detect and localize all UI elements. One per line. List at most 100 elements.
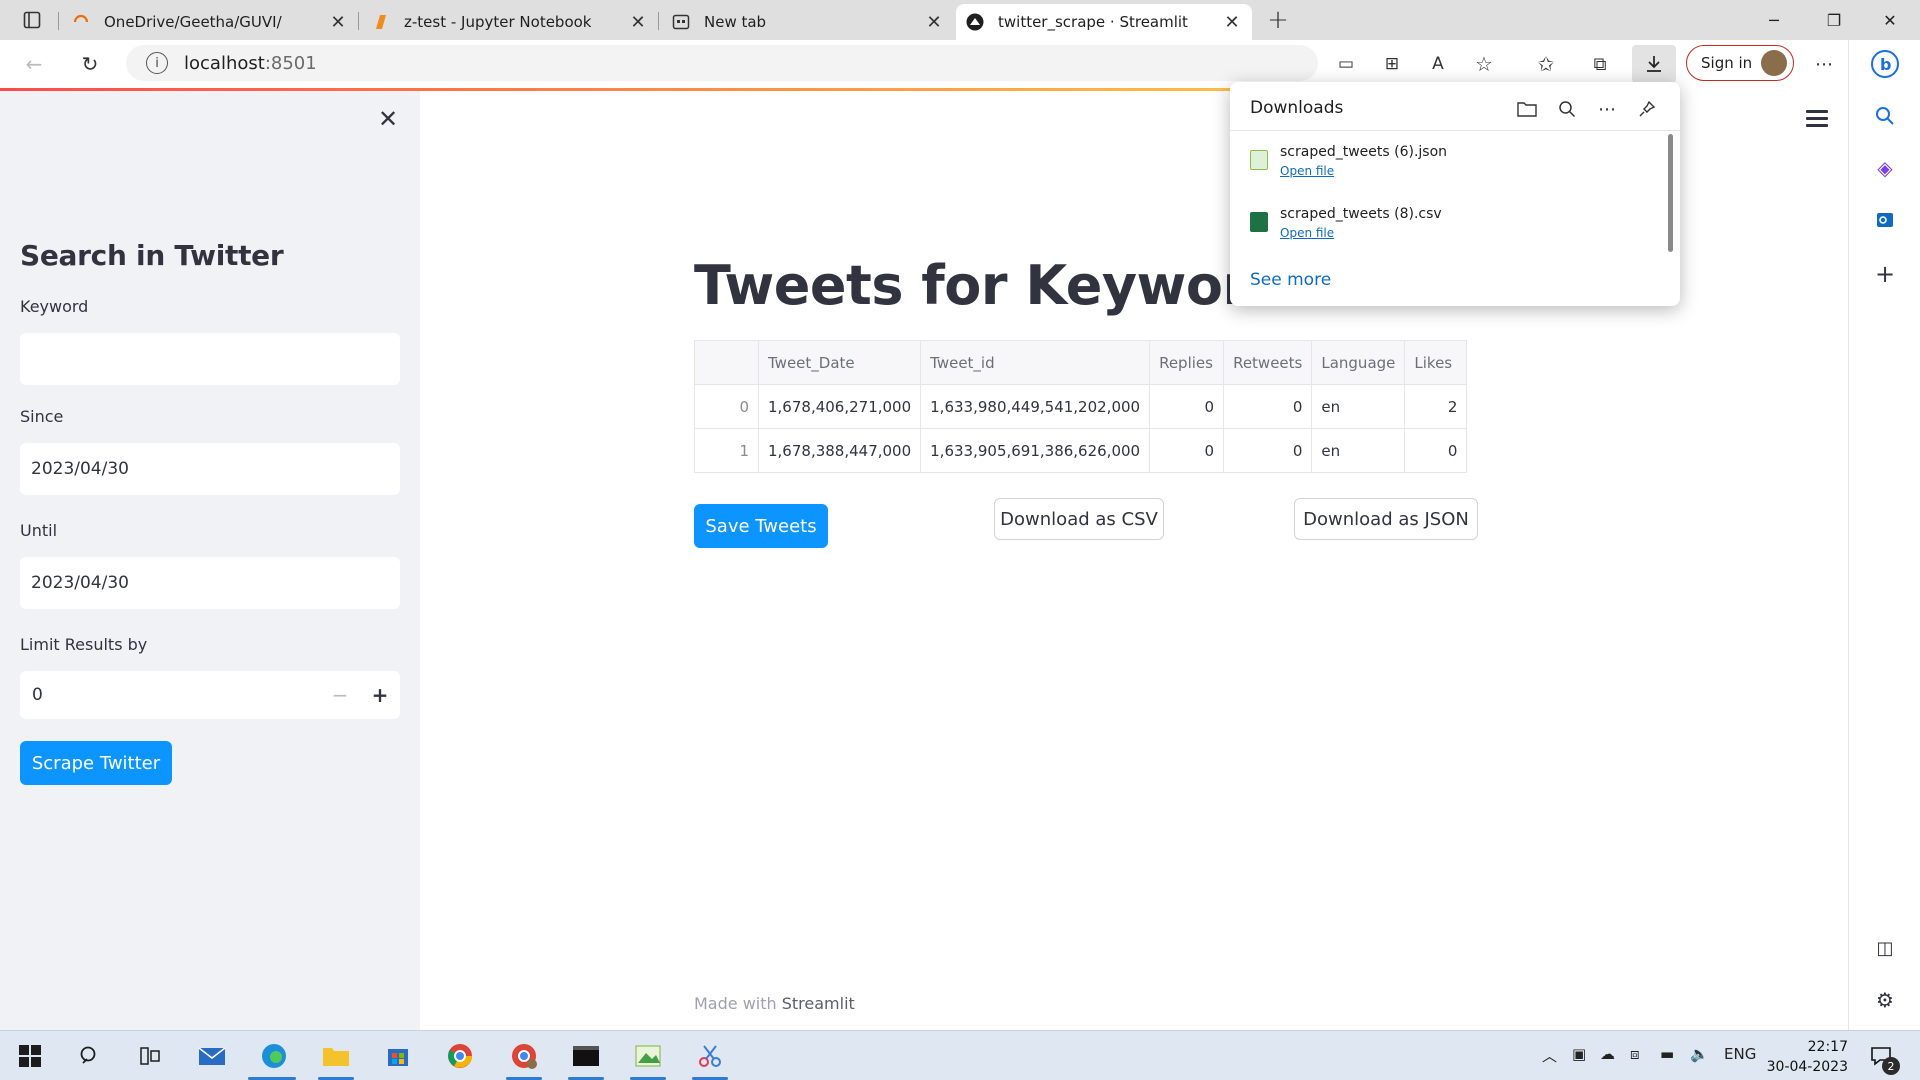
refresh-icon[interactable]: ↻ <box>74 48 106 80</box>
tab-jupyter[interactable]: z-test - Jupyter Notebook ✕ <box>362 4 658 40</box>
app-available-icon[interactable]: ▭ <box>1330 48 1362 80</box>
display-icon[interactable]: ⧈ <box>1630 1045 1640 1063</box>
volume-icon[interactable]: 🔈 <box>1690 1045 1709 1063</box>
limit-value[interactable]: 0 <box>20 685 320 705</box>
column-header[interactable]: Replies <box>1149 340 1225 385</box>
column-header[interactable] <box>694 340 759 385</box>
close-tab-icon[interactable]: ✕ <box>1220 10 1244 34</box>
cell-retweets[interactable]: 0 <box>1223 384 1313 429</box>
save-tweets-button[interactable]: Save Tweets <box>694 504 828 548</box>
qr-grid-icon[interactable]: ⊞ <box>1376 48 1408 80</box>
language-indicator[interactable]: ENG <box>1724 1045 1756 1063</box>
download-csv-button[interactable]: Download as CSV <box>994 498 1164 540</box>
close-window-icon[interactable]: ✕ <box>1870 6 1910 34</box>
sign-in-button[interactable]: Sign in <box>1686 45 1794 81</box>
pin-icon[interactable] <box>1634 96 1660 122</box>
favorites-icon[interactable]: ✩ <box>1530 48 1562 80</box>
streamlit-icon <box>966 13 984 31</box>
cell-replies[interactable]: 0 <box>1149 384 1225 429</box>
close-tab-icon[interactable]: ✕ <box>922 10 946 34</box>
since-date-input[interactable]: 2023/04/30 <box>20 443 400 495</box>
add-favorite-icon[interactable]: ☆ <box>1468 48 1500 80</box>
minimize-icon[interactable]: ─ <box>1754 6 1794 34</box>
browser-toolbar: ← ↻ i localhost :8501 ▭ ⊞ A ☆ ✩ ⧉ Sign i… <box>0 40 1920 88</box>
column-header[interactable]: Language <box>1311 340 1406 385</box>
bing-chat-icon[interactable]: b <box>1869 48 1901 80</box>
download-item[interactable]: scraped_tweets (8).csv Open file <box>1250 206 1650 250</box>
cell-tweet-date[interactable]: 1,678,406,271,000 <box>757 384 922 429</box>
office-icon[interactable]: ◈ <box>1869 152 1901 184</box>
tab-new-tab[interactable]: New tab ✕ <box>662 4 954 40</box>
show-hidden-icons-icon[interactable]: ︿ <box>1542 1045 1557 1066</box>
limit-label: Limit Results by <box>20 635 148 654</box>
search-icon[interactable] <box>1869 100 1901 132</box>
increment-icon[interactable]: + <box>360 683 400 707</box>
close-tab-icon[interactable]: ✕ <box>626 10 650 34</box>
download-item[interactable]: scraped_tweets (6).json Open file <box>1250 144 1650 188</box>
battery-icon[interactable]: ▬ <box>1660 1045 1674 1063</box>
onedrive-icon[interactable]: ☁ <box>1600 1045 1615 1063</box>
close-tab-icon[interactable]: ✕ <box>326 10 350 34</box>
task-view-icon[interactable] <box>132 1039 168 1073</box>
restore-icon[interactable]: ❐ <box>1814 6 1854 34</box>
mail-icon[interactable] <box>194 1039 230 1073</box>
meet-now-icon[interactable]: ▣ <box>1572 1045 1586 1063</box>
site-info-icon[interactable]: i <box>146 52 168 74</box>
collections-icon[interactable]: ⧉ <box>1584 48 1616 80</box>
scrape-twitter-button[interactable]: Scrape Twitter <box>20 741 172 785</box>
hide-sidebar-icon[interactable]: ◫ <box>1869 932 1901 964</box>
main-menu-icon[interactable] <box>1806 110 1828 127</box>
new-tab-plus-icon[interactable]: + <box>1262 4 1294 36</box>
terminal-icon[interactable] <box>568 1039 604 1073</box>
download-json-button[interactable]: Download as JSON <box>1294 498 1478 540</box>
search-icon[interactable] <box>72 1039 108 1073</box>
until-date-input[interactable]: 2023/04/30 <box>20 557 400 609</box>
edge-browser-icon[interactable] <box>256 1039 292 1073</box>
chrome-icon[interactable] <box>442 1039 478 1073</box>
open-file-link[interactable]: Open file <box>1280 226 1334 240</box>
open-file-link[interactable]: Open file <box>1280 164 1334 178</box>
address-bar[interactable]: i localhost :8501 <box>126 45 1318 81</box>
close-sidebar-icon[interactable]: ✕ <box>378 105 398 133</box>
read-aloud-icon[interactable]: A <box>1422 48 1454 80</box>
microsoft-store-icon[interactable] <box>380 1039 416 1073</box>
cell-replies[interactable]: 0 <box>1149 428 1225 473</box>
image-viewer-icon[interactable] <box>630 1039 666 1073</box>
see-more-link[interactable]: See more <box>1250 270 1331 290</box>
tab-streamlit[interactable]: twitter_scrape · Streamlit ✕ <box>956 4 1252 40</box>
settings-gear-icon[interactable]: ⚙ <box>1869 984 1901 1016</box>
scrollbar[interactable] <box>1668 134 1673 252</box>
table-header-row: Tweet_Date Tweet_id Replies Retweets Lan… <box>694 340 1468 385</box>
cell-tweet-id[interactable]: 1,633,980,449,541,202,000 <box>920 384 1151 429</box>
outlook-icon[interactable] <box>1869 204 1901 236</box>
streamlit-link[interactable]: Streamlit <box>782 994 855 1013</box>
keyword-input[interactable] <box>20 333 400 385</box>
back-icon[interactable]: ← <box>18 48 50 80</box>
clock[interactable]: 22:17 30-04-2023 <box>1760 1037 1848 1077</box>
column-header[interactable]: Retweets <box>1223 340 1313 385</box>
add-sidebar-app-icon[interactable]: + <box>1869 258 1901 290</box>
more-options-icon[interactable]: ⋯ <box>1594 96 1620 122</box>
open-folder-icon[interactable] <box>1514 96 1540 122</box>
tab-onedrive[interactable]: OneDrive/Geetha/GUVI/ ✕ <box>62 4 358 40</box>
cell-retweets[interactable]: 0 <box>1223 428 1313 473</box>
limit-number-input[interactable]: 0 − + <box>20 671 400 719</box>
column-header[interactable]: Likes <box>1404 340 1468 385</box>
cell-language[interactable]: en <box>1311 384 1406 429</box>
windows-start-icon[interactable] <box>12 1039 48 1073</box>
search-downloads-icon[interactable] <box>1554 96 1580 122</box>
column-header[interactable]: Tweet_Date <box>757 340 922 385</box>
downloads-button[interactable] <box>1632 45 1676 83</box>
cell-likes[interactable]: 2 <box>1404 384 1468 429</box>
tab-actions-icon[interactable] <box>16 4 48 36</box>
cell-tweet-date[interactable]: 1,678,388,447,000 <box>757 428 922 473</box>
more-options-icon[interactable]: ⋯ <box>1808 48 1840 80</box>
decrement-icon[interactable]: − <box>320 683 360 707</box>
file-explorer-icon[interactable] <box>318 1039 354 1073</box>
column-header[interactable]: Tweet_id <box>920 340 1151 385</box>
cell-tweet-id[interactable]: 1,633,905,691,386,626,000 <box>920 428 1151 473</box>
cell-language[interactable]: en <box>1311 428 1406 473</box>
snipping-tool-icon[interactable] <box>692 1039 728 1073</box>
chrome-profile-icon[interactable] <box>506 1039 542 1073</box>
cell-likes[interactable]: 0 <box>1404 428 1468 473</box>
